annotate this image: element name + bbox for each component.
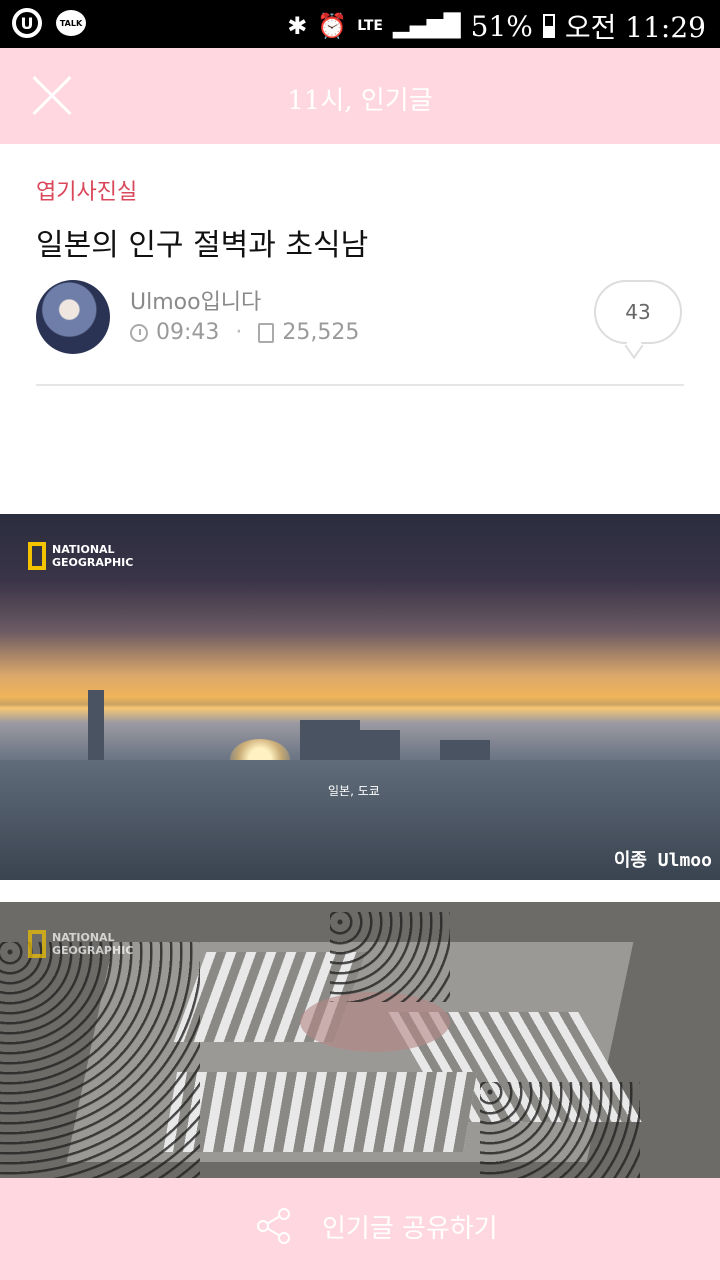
- separator-dot: ·: [235, 320, 243, 345]
- bottom-bar: 인기글 공유하기: [0, 1178, 720, 1280]
- image-caption: 일본, 도쿄: [328, 784, 380, 798]
- author-name[interactable]: Ulmoo입니다: [130, 284, 261, 316]
- cityscape: [0, 760, 720, 880]
- views-icon: [258, 322, 275, 343]
- top-toolbar: 11시, 인기글: [0, 48, 720, 144]
- natgeo-frame-icon: [28, 542, 46, 570]
- u-icon: U: [12, 8, 42, 38]
- battery-percent: 51%: [470, 9, 533, 43]
- building: [88, 690, 104, 770]
- natgeo-logo: NATIONAL GEOGRAPHIC: [28, 930, 133, 958]
- alarm-icon: ⏰: [317, 12, 348, 40]
- logo-line: GEOGRAPHIC: [52, 556, 134, 569]
- author-avatar[interactable]: [36, 280, 110, 354]
- post-category[interactable]: 엽기사진실: [36, 174, 137, 206]
- post-title: 일본의 인구 절벽과 초식남: [36, 228, 369, 263]
- share-icon: [257, 1208, 290, 1244]
- view-count: 25,525: [282, 320, 360, 345]
- crowd: [0, 942, 200, 1178]
- natgeo-frame-icon: [28, 930, 46, 958]
- share-label: 인기글 공유하기: [322, 1213, 498, 1244]
- comment-count-button[interactable]: 43: [594, 280, 682, 344]
- share-button[interactable]: 인기글 공유하기: [254, 1206, 498, 1246]
- natgeo-logo: NATIONAL GEOGRAPHIC: [28, 542, 133, 570]
- crowd: [330, 912, 450, 1002]
- toolbar-title: 11시, 인기글: [287, 86, 433, 116]
- post-time: 09:43: [156, 320, 220, 345]
- post-image-tokyo-skyline: NATIONAL GEOGRAPHIC 일본, 도쿄 이종 Ulmoo: [0, 514, 720, 880]
- crosswalk: [162, 1072, 478, 1152]
- divider: [36, 384, 684, 386]
- image-gap: [0, 880, 720, 902]
- comment-count: 43: [625, 300, 651, 324]
- signal-icon: ▂▄▆█: [392, 13, 461, 39]
- lte-label: LTE: [357, 18, 383, 34]
- bluetooth-icon: ✱: [287, 12, 308, 40]
- clock: 오전 11:29: [564, 11, 706, 44]
- logo-line: NATIONAL: [52, 543, 115, 556]
- crowd: [480, 1082, 640, 1178]
- logo-line: GEOGRAPHIC: [52, 944, 134, 957]
- post-meta: 09:43 · 25,525: [130, 320, 359, 345]
- post-image-shibuya-crossing: NATIONAL GEOGRAPHIC: [0, 902, 720, 1178]
- battery-icon: [542, 14, 555, 38]
- image-watermark: 이종 Ulmoo: [613, 850, 712, 871]
- logo-line: NATIONAL: [52, 931, 115, 944]
- status-bar: U TALK ✱ ⏰ LTE ▂▄▆█ 51% 오전 11:29: [0, 0, 720, 48]
- kakaotalk-icon: TALK: [56, 10, 86, 36]
- clock-icon: [130, 323, 148, 342]
